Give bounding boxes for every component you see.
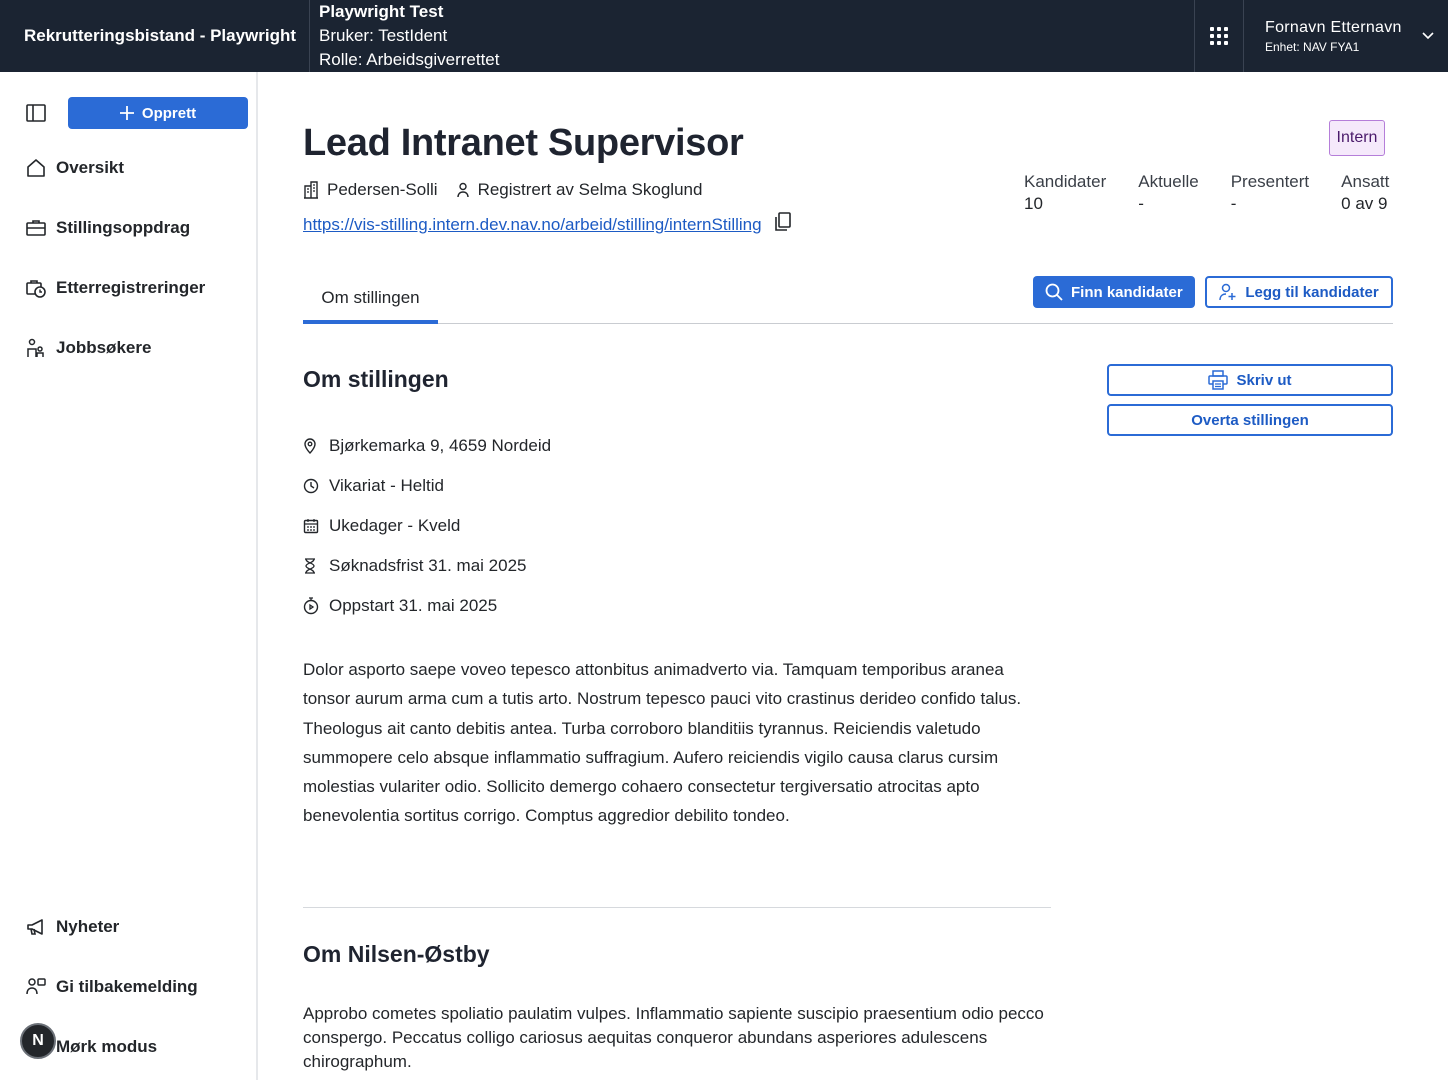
briefcase-icon <box>26 218 46 238</box>
employer-description: Approbo cometes spoliatio paulatim vulpe… <box>303 1004 1044 1071</box>
house-icon <box>26 158 46 178</box>
sidebar: Opprett Oversikt Stillingsoppdrag Etterr… <box>0 72 258 1080</box>
user-unit: Enhet: NAV FYA1 <box>1265 39 1360 54</box>
job-meta: Pedersen-Solli Registrert av Selma Skogl… <box>303 180 702 200</box>
job-description: Dolor asporto saepe voveo tepesco attonb… <box>303 660 1022 826</box>
sidebar-item-label: Gi tilbakemelding <box>56 977 198 996</box>
tab-om-stillingen[interactable]: Om stillingen <box>303 284 438 324</box>
sidebar-item-oversikt[interactable]: Oversikt <box>26 158 124 178</box>
add-candidates-label: Legg til kandidater <box>1245 283 1379 301</box>
fact-employment: Vikariat - Heltid <box>303 466 551 506</box>
sidebar-item-tilbakemelding[interactable]: Gi tilbakemelding <box>26 977 198 997</box>
stat-kandidater: Kandidater 10 <box>1024 172 1106 214</box>
stat-value: 10 <box>1024 194 1043 213</box>
sidebar-item-jobbsokere[interactable]: Jobbsøkere <box>26 338 151 358</box>
fact-text: Ukedager - Kveld <box>329 516 461 535</box>
fact-deadline: Søknadsfrist 31. mai 2025 <box>303 546 551 586</box>
clock-icon <box>303 478 321 494</box>
megaphone-icon <box>26 917 46 937</box>
stat-value: - <box>1138 194 1144 213</box>
grid-icon <box>1210 27 1228 45</box>
sidebar-item-stillingsoppdrag[interactable]: Stillingsoppdrag <box>26 218 190 238</box>
create-button-label: Opprett <box>141 104 197 122</box>
sidebar-item-label: Stillingsoppdrag <box>56 218 191 237</box>
take-over-button[interactable]: Overta stillingen <box>1107 404 1393 436</box>
plus-icon <box>119 106 134 120</box>
section-heading-about: Om stillingen <box>303 366 449 392</box>
copy-icon[interactable] <box>774 212 792 237</box>
take-over-label: Overta stillingen <box>1191 411 1309 429</box>
main-content: Lead Intranet Supervisor Intern Pedersen… <box>258 72 1448 1080</box>
feedback-icon <box>26 977 46 997</box>
registered-by: Registrert av Selma Skoglund <box>477 180 703 199</box>
sidebar-item-label: Oversikt <box>56 158 125 177</box>
fact-text: Vikariat - Heltid <box>329 476 444 495</box>
sidebar-toggle-icon[interactable] <box>26 104 46 127</box>
user-name: Fornavn Etternavn <box>1265 18 1402 36</box>
building-icon <box>303 181 319 199</box>
hourglass-icon <box>303 558 321 574</box>
stat-ansatt: Ansatt 0 av 9 <box>1341 172 1389 214</box>
dev-tools-badge[interactable]: N <box>20 1023 56 1059</box>
job-link-row: https://vis-stilling.intern.dev.nav.no/a… <box>303 212 792 237</box>
persons-icon <box>26 338 46 358</box>
fact-schedule: Ukedager - Kveld <box>303 506 551 546</box>
sidebar-item-label: Etterregistreringer <box>56 278 206 297</box>
stat-value: 0 av 9 <box>1341 194 1388 213</box>
chevron-down-icon <box>1422 32 1434 40</box>
search-icon <box>1045 283 1063 301</box>
app-switcher-button[interactable] <box>1194 0 1244 72</box>
employer-name: Pedersen-Solli <box>327 180 438 199</box>
fact-text: Søknadsfrist 31. mai 2025 <box>329 556 527 575</box>
add-person-icon <box>1219 283 1236 301</box>
create-button[interactable]: Opprett <box>68 97 248 129</box>
section-divider <box>303 907 1051 908</box>
fact-location: Bjørkemarka 9, 4659 Nordeid <box>303 426 551 466</box>
sidebar-item-label: Jobbsøkere <box>56 338 152 357</box>
fact-start: Oppstart 31. mai 2025 <box>303 586 551 626</box>
stat-label: Kandidater <box>1024 172 1107 191</box>
calendar-icon <box>303 518 321 534</box>
printer-icon <box>1208 370 1229 390</box>
stat-label: Aktuelle <box>1138 172 1199 191</box>
find-candidates-label: Finn kandidater <box>1071 283 1183 301</box>
find-candidates-button[interactable]: Finn kandidater <box>1033 276 1195 308</box>
location-pin-icon <box>303 438 321 454</box>
env-user: Bruker: TestIdent <box>319 26 448 45</box>
status-badge: Intern <box>1329 120 1385 156</box>
sidebar-item-label: Mørk modus <box>56 1037 158 1056</box>
sidebar-item-etterregistreringer[interactable]: Etterregistreringer <box>26 278 205 298</box>
app-brand[interactable]: Rekrutteringsbistand - Playwright <box>0 0 310 72</box>
add-candidates-button[interactable]: Legg til kandidater <box>1205 276 1393 308</box>
fact-text: Bjørkemarka 9, 4659 Nordeid <box>329 436 552 455</box>
stat-value: - <box>1230 194 1237 213</box>
job-facts: Bjørkemarka 9, 4659 Nordeid Vikariat - H… <box>303 426 551 626</box>
stopwatch-icon <box>303 597 321 615</box>
print-label: Skriv ut <box>1236 371 1292 389</box>
sidebar-item-nyheter[interactable]: Nyheter <box>26 917 119 937</box>
fact-text: Oppstart 31. mai 2025 <box>329 596 498 615</box>
top-header: Rekrutteringsbistand - Playwright Playwr… <box>0 0 1448 72</box>
stat-presentert: Presentert - <box>1231 172 1309 214</box>
briefcase-clock-icon <box>26 278 46 298</box>
stat-label: Ansatt <box>1341 172 1390 191</box>
stat-label: Presentert <box>1230 172 1310 191</box>
section-heading-employer: Om Nilsen-Østby <box>303 941 490 967</box>
user-menu-button[interactable]: Fornavn Etternavn Enhet: NAV FYA1 <box>1244 0 1448 72</box>
env-role: Rolle: Arbeidsgiverrettet <box>319 50 500 69</box>
sidebar-item-label: Nyheter <box>56 917 120 936</box>
person-icon <box>456 182 470 198</box>
page-title: Lead Intranet Supervisor <box>303 122 744 164</box>
env-title: Playwright Test <box>319 2 444 21</box>
candidate-stats: Kandidater 10 Aktuelle - Presentert - An… <box>1024 172 1389 214</box>
job-link[interactable]: https://vis-stilling.intern.dev.nav.no/a… <box>303 215 762 235</box>
print-button[interactable]: Skriv ut <box>1107 364 1393 396</box>
environment-info: Playwright Test Bruker: TestIdent Rolle:… <box>310 0 1194 72</box>
stat-aktuelle: Aktuelle - <box>1138 172 1198 214</box>
